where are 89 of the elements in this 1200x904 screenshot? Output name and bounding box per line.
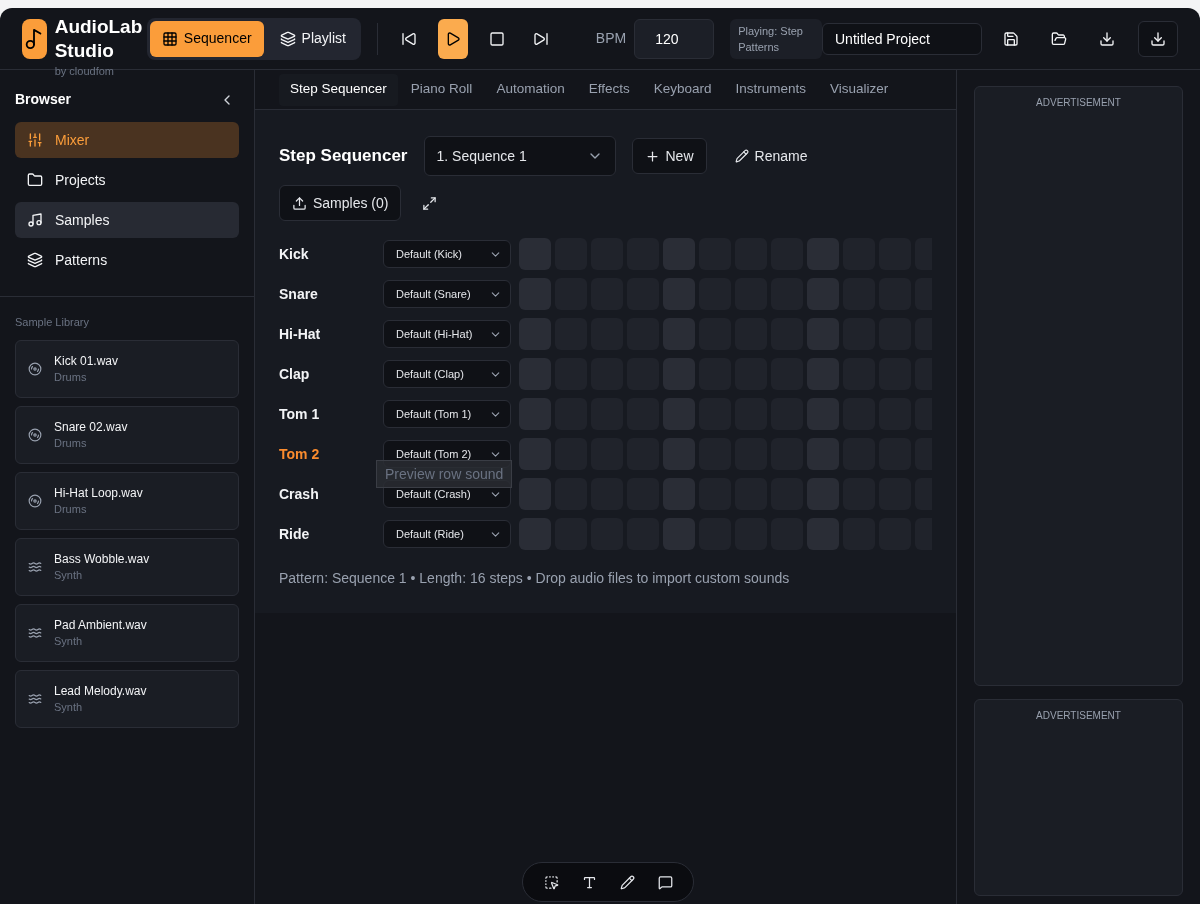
sound-select[interactable]: Default (Ride) — [383, 520, 511, 548]
wave-icon — [28, 625, 42, 640]
sample-category: Synth — [54, 633, 84, 649]
sidebar-item[interactable]: Projects — [15, 162, 239, 198]
sample-category: Drums — [54, 369, 88, 385]
disc-icon — [28, 427, 42, 442]
pattern-info: Pattern: Sequence 1 • Length: 16 steps • Drop audio files to import custom sounds — [279, 569, 791, 588]
sample-category: Drums — [54, 501, 88, 517]
pen-icon — [619, 874, 635, 890]
sound-select[interactable]: Default (Tom 1) — [383, 400, 511, 428]
bpm-label: BPM — [595, 29, 627, 48]
pencil-icon — [734, 149, 749, 163]
track-name[interactable]: Hi-Hat — [279, 323, 383, 345]
transport-button[interactable] — [437, 18, 468, 59]
upload-icon — [292, 195, 307, 211]
save-icon — [1003, 30, 1019, 47]
sample-category: Synth — [54, 567, 84, 583]
folder-icon — [1051, 30, 1067, 47]
view-tab[interactable]: Sequencer — [149, 20, 264, 57]
view-tab[interactable]: Playlist — [267, 20, 358, 57]
sample-name: Lead Melody.wav — [54, 682, 147, 699]
samples-button[interactable]: Samples (0) — [279, 185, 402, 221]
layers-icon — [27, 252, 43, 268]
sidebar-item[interactable]: Samples — [15, 202, 239, 238]
bpm-field[interactable]: 120 — [634, 18, 715, 59]
new-button[interactable]: New — [631, 138, 707, 174]
sidebar-item[interactable]: Patterns — [15, 242, 239, 278]
disc-icon — [28, 361, 42, 376]
tab[interactable]: Automation — [485, 73, 576, 106]
sample-card[interactable]: Hi-Hat Loop.wav Drums — [15, 471, 239, 530]
tab[interactable]: Step Sequencer — [279, 73, 398, 106]
tooltip: Preview row sound — [376, 460, 513, 488]
music-note-icon — [27, 212, 43, 228]
track-name[interactable]: Kick — [279, 243, 383, 265]
app-byline: by cloudfom — [54, 64, 114, 77]
layers-icon — [279, 30, 296, 47]
tab[interactable]: Instruments — [724, 73, 818, 106]
sample-category: Drums — [54, 435, 88, 451]
grid-icon — [161, 30, 178, 47]
sound-select[interactable]: Default (Snare) — [383, 280, 511, 308]
sound-select[interactable]: Default (Kick) — [383, 240, 511, 268]
stop-icon — [488, 30, 505, 47]
tab[interactable]: Piano Roll — [399, 73, 484, 106]
track-name[interactable]: Clap — [279, 363, 383, 385]
comment-icon — [657, 874, 673, 890]
sidebar-item[interactable]: Mixer — [15, 122, 239, 158]
skip-forward-icon — [532, 30, 549, 47]
select-icon — [543, 874, 559, 890]
header-action-button[interactable] — [1138, 20, 1178, 57]
expand-icon — [421, 195, 437, 211]
sample-name: Bass Wobble.wav — [54, 550, 150, 567]
app-title: AudioLab Studio — [54, 14, 143, 63]
tab[interactable]: Visualizer — [819, 73, 900, 106]
text-icon — [581, 874, 597, 890]
ad-label: ADVERTISEMENT — [1036, 709, 1121, 723]
rename-button[interactable]: Rename — [722, 138, 820, 174]
sound-select[interactable]: Default (Hi-Hat) — [383, 320, 511, 348]
ad-label: ADVERTISEMENT — [1036, 96, 1121, 110]
sample-card[interactable]: Kick 01.wav Drums — [15, 339, 239, 398]
wave-icon — [28, 691, 42, 706]
plus-icon — [644, 148, 660, 164]
tab[interactable]: Effects — [577, 73, 641, 106]
sample-card[interactable]: Pad Ambient.wav Synth — [15, 603, 239, 662]
track-name[interactable]: Snare — [279, 283, 383, 305]
tab[interactable]: Keyboard — [642, 73, 723, 106]
sample-name: Hi-Hat Loop.wav — [54, 484, 143, 501]
disc-icon — [28, 493, 42, 508]
sliders-icon — [27, 132, 43, 148]
playback-status: Playing: Step Patterns — [730, 18, 822, 59]
folder-icon — [27, 172, 43, 188]
project-name-field[interactable]: Untitled Project — [822, 22, 982, 55]
sample-card[interactable]: Lead Melody.wav Synth — [15, 669, 239, 728]
sidebar-title: Browser — [15, 90, 72, 109]
sample-name: Snare 02.wav — [54, 418, 128, 435]
sample-name: Pad Ambient.wav — [54, 616, 147, 633]
sample-category: Synth — [54, 699, 84, 715]
track-name[interactable]: Tom 1 — [279, 403, 383, 425]
sample-card[interactable]: Snare 02.wav Drums — [15, 405, 239, 464]
download-icon — [1099, 30, 1115, 47]
sequence-select[interactable]: 1. Sequence 1 — [423, 136, 616, 176]
sample-card[interactable]: Bass Wobble.wav Synth — [15, 537, 239, 596]
skip-back-icon — [400, 30, 417, 47]
sample-name: Kick 01.wav — [54, 352, 119, 369]
wave-icon — [28, 559, 42, 574]
library-title: Sample Library — [15, 315, 90, 330]
sequencer-title: Step Sequencer — [279, 145, 408, 168]
download-icon — [1150, 30, 1166, 47]
sound-select[interactable]: Default (Clap) — [383, 360, 511, 388]
track-name[interactable]: Ride — [279, 523, 383, 545]
